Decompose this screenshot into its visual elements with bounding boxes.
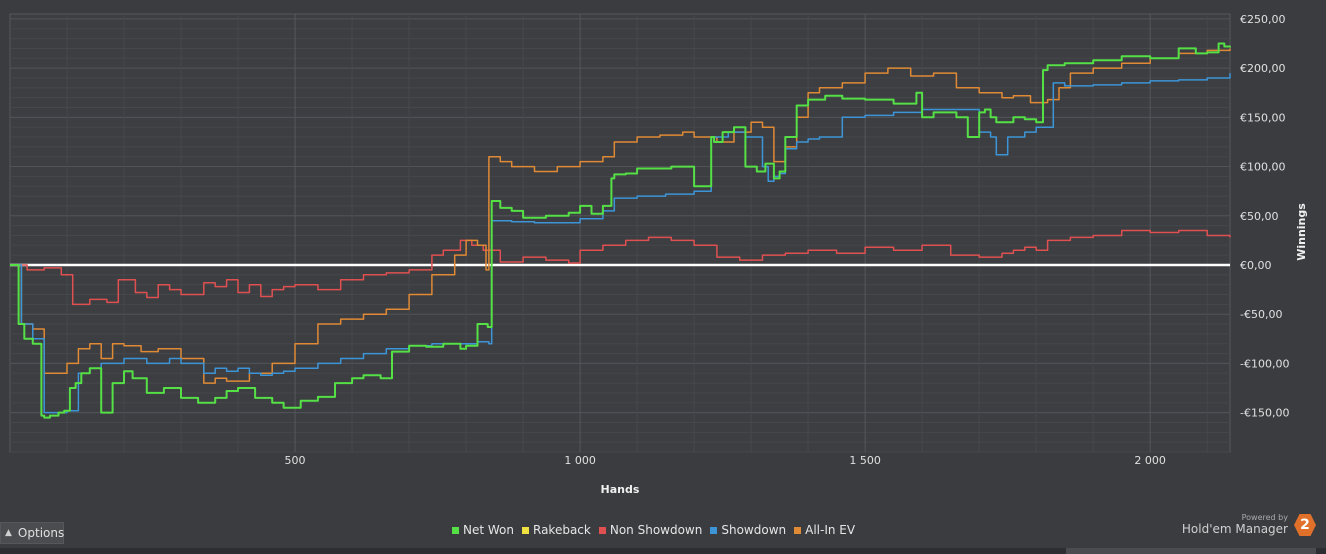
chart-legend: Net Won Rakeback Non Showdown Showdown All-I…: [452, 523, 855, 537]
legend-label: Showdown: [721, 523, 787, 537]
legend-swatch: [522, 526, 529, 534]
legend-item[interactable]: Net Won: [452, 523, 514, 537]
legend-item[interactable]: Showdown: [710, 523, 786, 537]
y-tick-label: -€150,00: [1240, 407, 1289, 420]
winnings-chart: €250,00 €200,00 €150,00 €100,00 €50,00 €0,00 -…: [0, 0, 1326, 520]
x-tick-label: 2 000: [1134, 454, 1166, 467]
powered-by-text: Powered by: [1241, 513, 1288, 522]
legend-swatch: [598, 526, 606, 534]
legend-item[interactable]: Non Showdown: [598, 523, 703, 537]
y-tick-label: €150,00: [1240, 111, 1286, 124]
y-tick-label: -€50,00: [1240, 308, 1282, 321]
y-tick-label: €100,00: [1240, 161, 1286, 174]
y-tick-label: -€100,00: [1240, 357, 1289, 370]
legend-label: Net Won: [463, 523, 514, 537]
bottom-bar-segment: [1066, 548, 1316, 554]
chart-svg: €250,00 €200,00 €150,00 €100,00 €50,00 €0,00 -…: [9, 13, 1308, 496]
y-tick-label: €200,00: [1240, 62, 1286, 75]
brand-name: Hold'em Manager: [1181, 522, 1288, 536]
options-label: Options: [17, 526, 65, 540]
legend-item[interactable]: Rakeback: [522, 523, 591, 537]
options-button[interactable]: ▲ Options: [0, 522, 64, 544]
y-axis-label: Winnings: [1295, 203, 1308, 261]
legend-label: All-In EV: [805, 523, 856, 537]
y-tick-label: €250,00: [1240, 13, 1286, 26]
bottom-bar: [0, 548, 1326, 554]
y-tick-label: €0,00: [1240, 259, 1272, 272]
legend-swatch: [452, 526, 459, 534]
legend-item[interactable]: All-In EV: [794, 523, 855, 537]
brand-logo: Powered by Hold'em Manager 2: [1182, 513, 1316, 536]
x-tick-label: 1 500: [849, 454, 881, 467]
legend-label: Non Showdown: [609, 523, 703, 537]
chevron-up-icon: ▲: [5, 528, 12, 538]
x-axis-label: Hands: [601, 483, 640, 496]
y-tick-label: €50,00: [1240, 210, 1279, 223]
legend-swatch: [794, 526, 802, 534]
legend-swatch: [710, 526, 718, 534]
plot-area: [9, 13, 1231, 453]
x-tick-label: 500: [285, 454, 306, 467]
hm2-logo-icon: 2: [1294, 514, 1316, 536]
x-tick-label: 1 000: [564, 454, 596, 467]
legend-label: Rakeback: [533, 523, 591, 537]
